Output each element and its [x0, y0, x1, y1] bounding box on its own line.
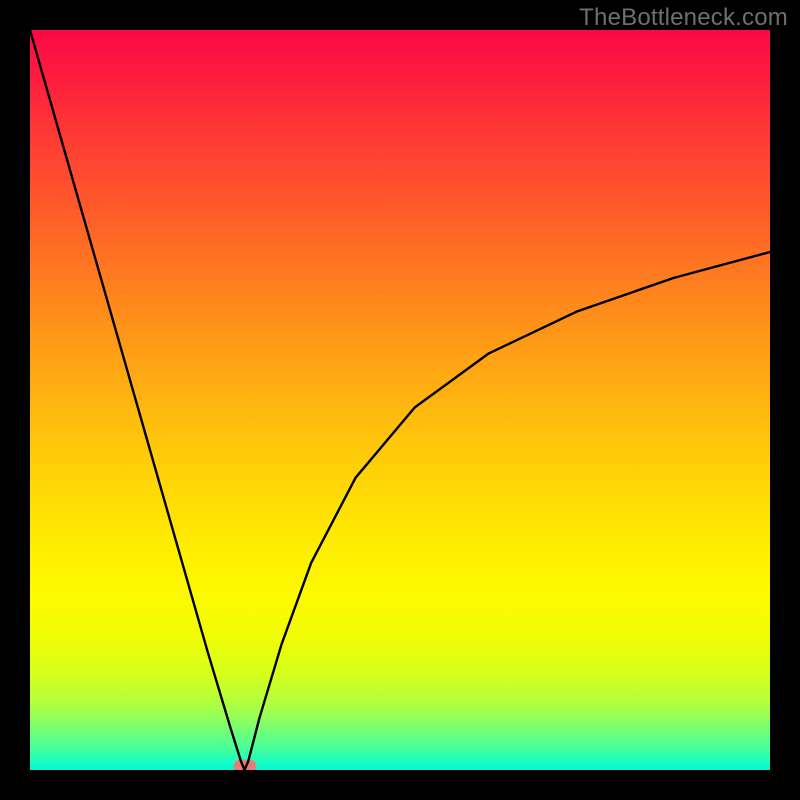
chart-frame: TheBottleneck.com: [0, 0, 800, 800]
curve-line: [30, 30, 770, 770]
plot-area: [30, 30, 770, 770]
watermark-text: TheBottleneck.com: [579, 4, 788, 32]
curve-path: [30, 30, 770, 770]
